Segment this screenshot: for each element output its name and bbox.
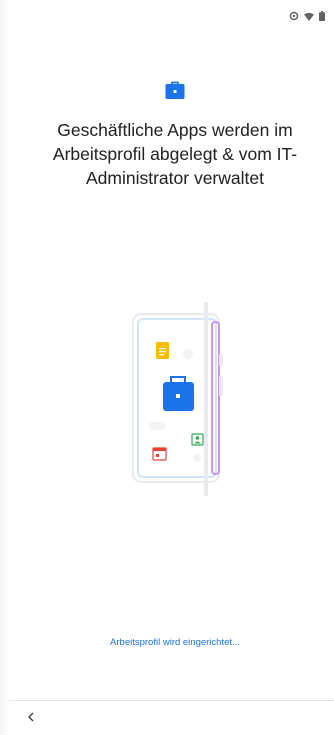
setup-status-text: Arbeitsprofil wird eingerichtet...: [110, 637, 240, 648]
document-icon: [156, 342, 169, 359]
work-profile-illustration: [128, 298, 232, 496]
nav-divider: [9, 700, 334, 701]
briefcase-icon: [163, 376, 194, 411]
status-bar: [289, 10, 325, 24]
battery-icon: [319, 8, 325, 26]
wifi-icon: [304, 8, 314, 26]
screen-edge: [0, 0, 9, 735]
briefcase-icon: [165, 80, 185, 100]
page-title: Geschäftliche Apps werden im Arbeitsprof…: [52, 120, 298, 188]
chevron-left-icon: [27, 709, 35, 727]
back-button[interactable]: [24, 710, 38, 726]
data-saver-icon: [289, 8, 299, 26]
